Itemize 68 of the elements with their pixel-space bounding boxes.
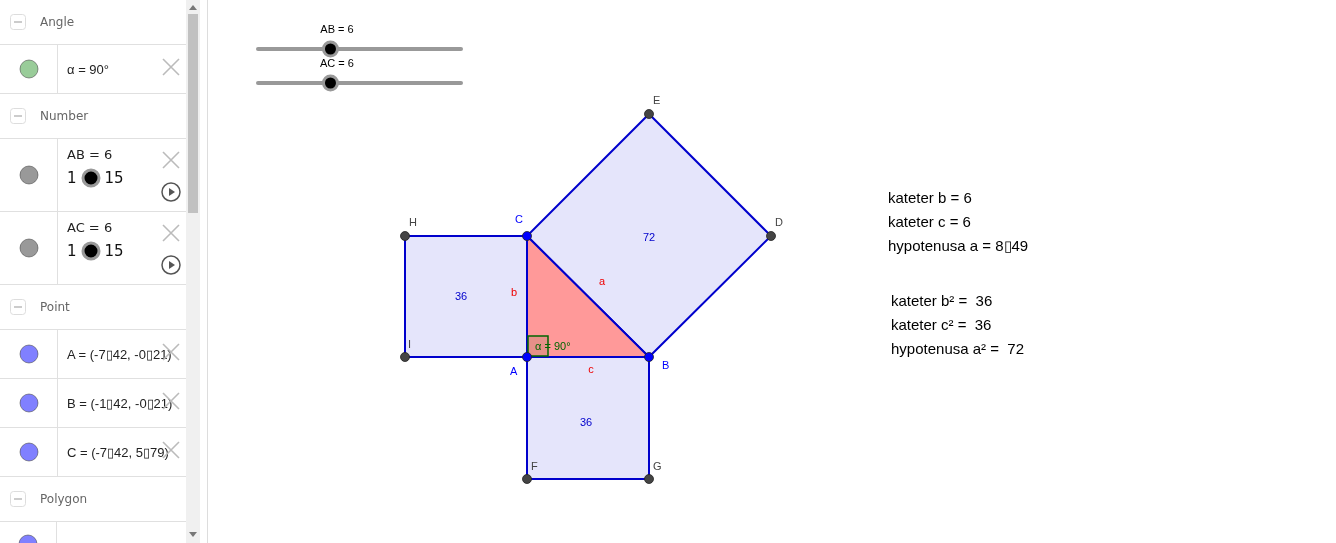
side-label: b <box>510 286 518 298</box>
point[interactable] <box>522 474 532 484</box>
group-header[interactable]: Angle <box>0 0 186 45</box>
area-label: 72 <box>642 231 656 243</box>
point[interactable] <box>522 231 532 241</box>
group-title: Angle <box>40 15 75 29</box>
point-label: F <box>531 460 538 472</box>
play-icon[interactable] <box>161 255 181 275</box>
visibility-dot[interactable] <box>18 238 39 258</box>
scroll-up-icon[interactable] <box>189 4 197 10</box>
point-label: B <box>662 359 670 371</box>
group-header[interactable]: Number <box>0 94 186 139</box>
group-title: Polygon <box>40 492 88 506</box>
visibility-dot[interactable] <box>18 442 39 462</box>
point[interactable] <box>400 231 410 241</box>
point-label: C <box>515 213 523 225</box>
area-label: 36 <box>454 290 468 302</box>
text-label: kateter c = 6 <box>888 213 971 230</box>
side-label: a <box>598 275 606 287</box>
slider-thumb[interactable] <box>321 40 339 58</box>
group-header[interactable]: Point <box>0 285 186 330</box>
slider-track[interactable] <box>256 47 463 51</box>
slider-min: 1 <box>67 169 77 187</box>
visibility-dot[interactable] <box>18 344 39 364</box>
group-header[interactable]: Polygon <box>0 477 186 522</box>
slider-label: AC = 6 <box>320 57 354 69</box>
point-label: H <box>409 216 417 228</box>
text-label: hypotenusa a = 8▯49 <box>888 237 1029 254</box>
text-label: kateter b = 6 <box>888 189 972 206</box>
visibility-dot[interactable] <box>18 59 39 79</box>
slider-min: 1 <box>67 242 77 260</box>
algebra-expression[interactable]: C = (-7▯42, 5▯79) <box>67 444 169 460</box>
algebra-expression[interactable]: AC = 6 <box>67 220 113 235</box>
play-icon[interactable] <box>161 182 181 202</box>
visibility-dot[interactable] <box>18 393 39 413</box>
slider-max: 15 <box>104 169 124 187</box>
text-label: kateter b² = 36 <box>891 292 993 309</box>
point-label: G <box>653 460 662 472</box>
point-label: A <box>510 365 518 377</box>
point-label: E <box>653 94 661 106</box>
slider-label: AB = 6 <box>320 23 354 35</box>
visibility-dot[interactable] <box>18 165 39 185</box>
group-title: Number <box>40 109 89 123</box>
slider-thumb[interactable] <box>80 168 101 188</box>
algebra-expression[interactable]: A = (-7▯42, -0▯21) <box>67 346 172 362</box>
algebra-expression[interactable]: AB = 6 <box>67 147 113 162</box>
algebra-expression[interactable]: B = (-1▯42, -0▯21) <box>67 395 173 411</box>
point[interactable] <box>522 352 532 362</box>
point[interactable] <box>644 352 654 362</box>
text-label: kateter c² = 36 <box>891 316 992 333</box>
point-label: I <box>408 338 412 350</box>
scrollbar[interactable] <box>186 0 200 543</box>
point[interactable] <box>644 109 654 119</box>
point[interactable] <box>400 352 410 362</box>
side-label: c <box>588 363 594 375</box>
point[interactable] <box>644 474 654 484</box>
scroll-down-icon[interactable] <box>189 532 197 538</box>
point-label: D <box>775 216 783 228</box>
group-title: Point <box>40 300 70 314</box>
slider-thumb[interactable] <box>321 74 339 92</box>
slider-max: 15 <box>104 242 124 260</box>
text-label: hypotenusa a² = 72 <box>891 340 1024 357</box>
scroll-thumb[interactable] <box>188 14 198 213</box>
point[interactable] <box>766 231 776 241</box>
algebra-expression[interactable]: α = 90° <box>67 61 109 77</box>
area-label: 36 <box>579 416 593 428</box>
slider-thumb[interactable] <box>80 241 101 261</box>
slider-track[interactable] <box>256 81 463 85</box>
